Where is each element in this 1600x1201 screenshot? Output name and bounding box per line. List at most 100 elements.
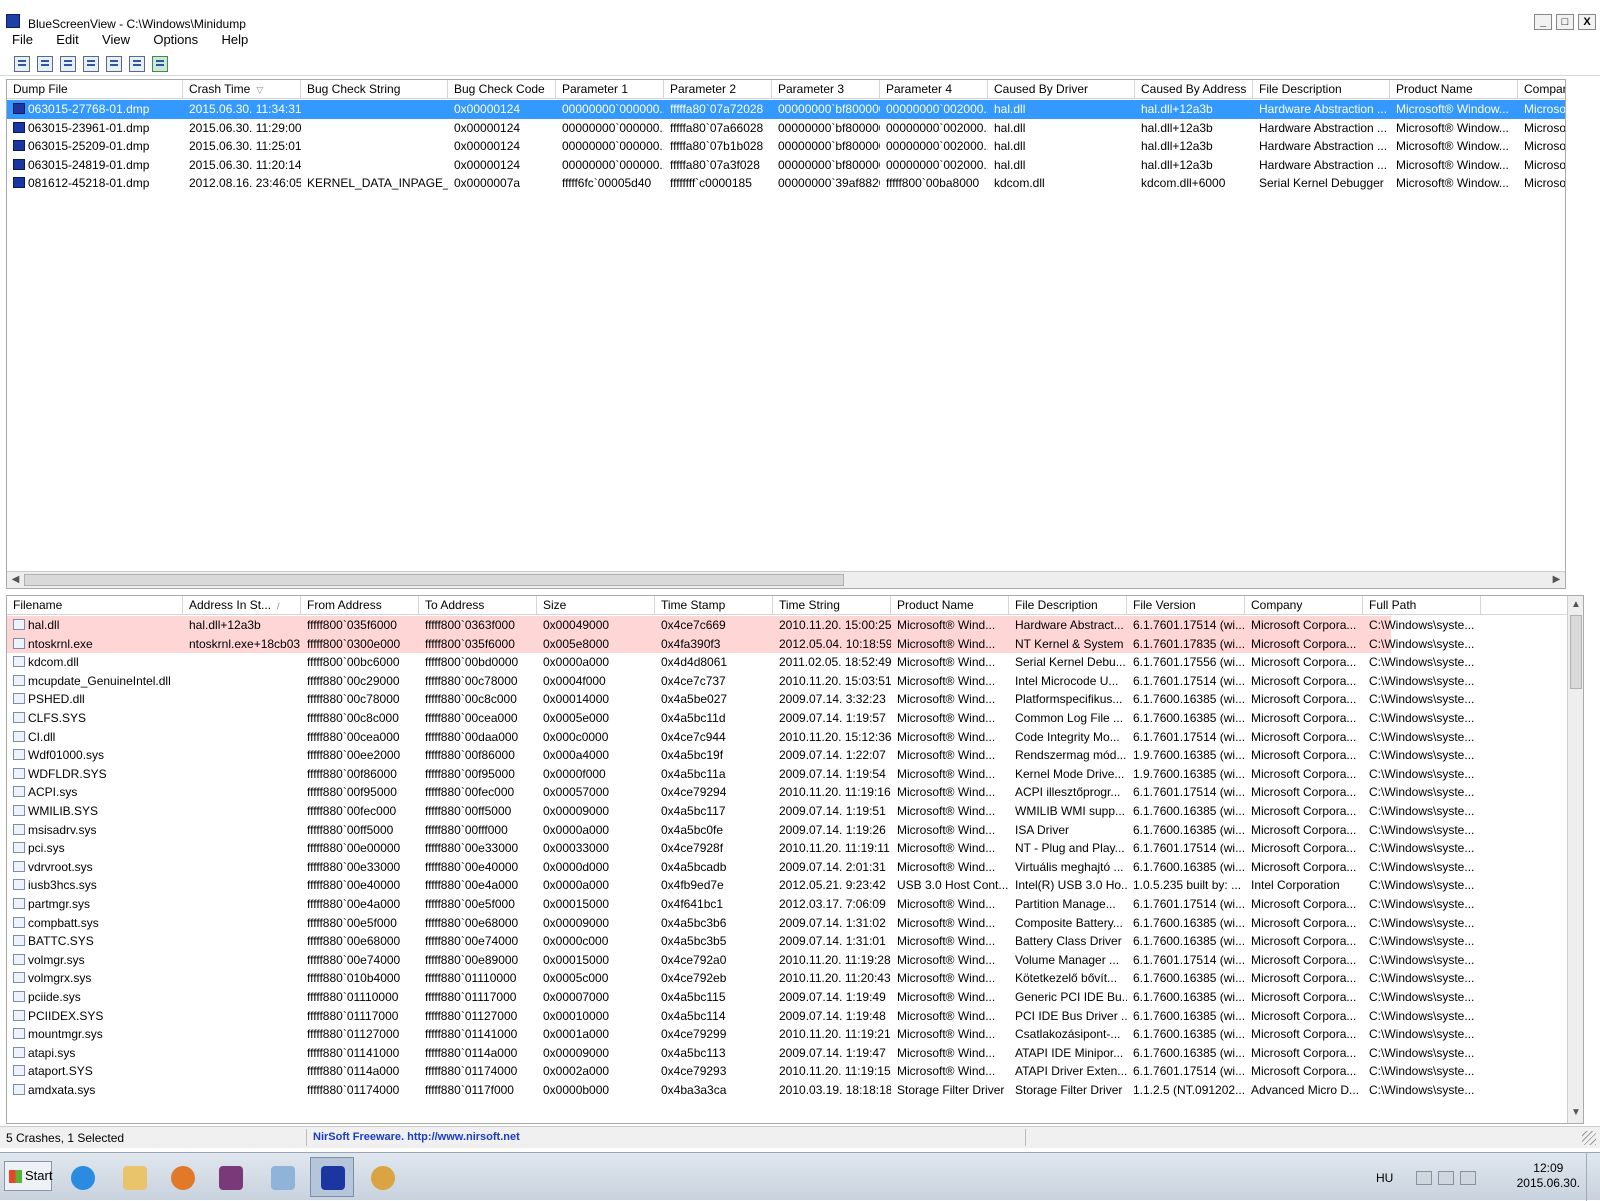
crash-column-header[interactable]: Parameter 1 [556, 80, 664, 99]
nirsoft-credit-link[interactable]: NirSoft Freeware. http://www.nirsoft.net [306, 1129, 1026, 1146]
menu-options[interactable]: Options [141, 30, 206, 50]
language-indicator[interactable]: HU [1376, 1171, 1393, 1185]
module-row[interactable]: atapi.sys fffff880`01141000 fffff880`0114a… [7, 1044, 1481, 1063]
resize-grip-icon[interactable] [1582, 1131, 1596, 1145]
module-row[interactable]: ataport.SYS fffff880`0114a000 fffff880`011… [7, 1062, 1481, 1081]
html-report-icon[interactable] [106, 55, 122, 72]
network-icon[interactable] [1438, 1171, 1454, 1185]
menu-file[interactable]: File [0, 30, 41, 50]
module-row[interactable]: msisadrv.sys fffff880`00ff5000 fffff880`00… [7, 821, 1481, 840]
crash-column-header[interactable]: Bug Check Code [448, 80, 556, 99]
module-column-header[interactable]: From Address [301, 596, 419, 615]
menu-edit[interactable]: Edit [44, 30, 86, 50]
module-cell-text: fffff880`00e40000 [307, 878, 401, 893]
start-button[interactable]: Start [4, 1161, 52, 1191]
crash-column-header[interactable]: Parameter 3 [772, 80, 880, 99]
scroll-left-arrow-icon[interactable]: ◀ [7, 572, 24, 588]
module-row[interactable]: mcupdate_GenuineIntel.dll fffff880`00c290… [7, 672, 1481, 691]
crash-row[interactable]: 063015-24819-01.dmp 2015.06.30. 11:20:14 0… [7, 156, 1565, 175]
winrar-icon[interactable] [208, 1157, 252, 1197]
module-row[interactable]: partmgr.sys fffff880`00e4a000 fffff880`00e… [7, 895, 1481, 914]
media-player-icon[interactable] [160, 1157, 204, 1197]
show-desktop-button[interactable] [1586, 1153, 1600, 1201]
crash-column-header[interactable]: Compar [1518, 80, 1565, 99]
menu-help[interactable]: Help [210, 30, 257, 50]
exit-icon[interactable] [152, 55, 168, 72]
save-icon[interactable] [37, 55, 53, 72]
explorer-folder-icon[interactable] [112, 1157, 156, 1197]
module-row[interactable]: CI.dll fffff880`00cea000 fffff880`00daa000… [7, 728, 1481, 747]
menu-view[interactable]: View [90, 30, 138, 50]
module-column-header[interactable]: Filename [7, 596, 183, 615]
crash-column-header[interactable]: Parameter 4 [880, 80, 988, 99]
close-button[interactable]: X [1578, 14, 1596, 30]
module-list-vscrollbar[interactable]: ▲ ▼ [1567, 596, 1583, 1123]
module-column-header[interactable]: File Version [1127, 596, 1245, 615]
module-column-header[interactable]: Time String [773, 596, 891, 615]
module-row[interactable]: WDFLDR.SYS fffff880`00f86000 fffff880`00f9… [7, 765, 1481, 784]
module-row[interactable]: pciide.sys fffff880`01110000 fffff880`0111… [7, 988, 1481, 1007]
module-row[interactable]: CLFS.SYS fffff880`00c8c000 fffff880`00cea0… [7, 709, 1481, 728]
module-cell: 0x0000d000 [537, 858, 655, 877]
module-column-header[interactable]: Full Path [1363, 596, 1481, 615]
crash-cell-text: 00000000`bf800000 [778, 139, 880, 154]
bluescreenview-icon[interactable] [310, 1157, 354, 1197]
notepad-icon[interactable] [260, 1157, 304, 1197]
crash-row[interactable]: 063015-27768-01.dmp 2015.06.30. 11:34:31 0… [7, 100, 1565, 119]
module-row[interactable]: pci.sys fffff880`00e00000 fffff880`00e3300… [7, 839, 1481, 858]
crash-column-header[interactable]: Product Name [1390, 80, 1518, 99]
module-row[interactable]: vdrvroot.sys fffff880`00e33000 fffff880`00… [7, 858, 1481, 877]
internet-explorer-icon[interactable] [60, 1157, 104, 1197]
clock[interactable]: 12:09 2015.06.30. [1517, 1161, 1580, 1191]
crash-column-header[interactable]: Crash Time ▽ [183, 80, 301, 99]
module-row[interactable]: ntoskrnl.exe ntoskrnl.exe+18cb03 fffff800`… [7, 634, 1474, 654]
module-row[interactable]: PCIIDEX.SYS fffff880`01117000 fffff880`011… [7, 1007, 1481, 1026]
module-row[interactable]: kdcom.dll fffff800`00bc6000 fffff800`00bd0… [7, 653, 1481, 672]
module-row[interactable]: mountmgr.sys fffff880`01127000 fffff880`01… [7, 1025, 1481, 1044]
module-row[interactable]: BATTC.SYS fffff880`00e68000 fffff880`00e74… [7, 932, 1481, 951]
scroll-up-arrow-icon[interactable]: ▲ [1568, 596, 1583, 613]
minimize-button[interactable]: _ [1534, 14, 1552, 30]
module-row[interactable]: volmgr.sys fffff880`00e74000 fffff880`00e8… [7, 951, 1481, 970]
crash-column-header[interactable]: Dump File [7, 80, 183, 99]
module-row[interactable]: ACPI.sys fffff880`00f95000 fffff880`00fec0… [7, 783, 1481, 802]
maximize-button[interactable]: □ [1556, 14, 1574, 30]
action-center-icon[interactable] [1416, 1171, 1432, 1185]
module-row[interactable]: PSHED.dll fffff880`00c78000 fffff880`00c8c… [7, 690, 1481, 709]
module-column-header[interactable]: Product Name [891, 596, 1009, 615]
module-cell-text: fffff880`00f86000 [425, 748, 515, 763]
crash-row[interactable]: 081612-45218-01.dmp 2012.08.16. 23:46:05 K… [7, 174, 1565, 193]
crash-column-header[interactable]: File Description [1253, 80, 1390, 99]
module-column-header[interactable]: Time Stamp [655, 596, 773, 615]
scroll-right-arrow-icon[interactable]: ▶ [1548, 572, 1565, 588]
module-row[interactable]: Wdf01000.sys fffff880`00ee2000 fffff880`00… [7, 746, 1481, 765]
paint-icon[interactable] [360, 1157, 404, 1197]
crash-column-header[interactable]: Parameter 2 [664, 80, 772, 99]
module-row[interactable]: WMILIB.SYS fffff880`00fec000 fffff880`00ff… [7, 802, 1481, 821]
refresh-icon[interactable] [60, 55, 76, 72]
scroll-down-arrow-icon[interactable]: ▼ [1568, 1104, 1583, 1121]
module-column-header[interactable]: Address In St... / [183, 596, 301, 615]
crash-column-header[interactable]: Caused By Address [1135, 80, 1253, 99]
crash-row[interactable]: 063015-25209-01.dmp 2015.06.30. 11:25:01 0… [7, 137, 1565, 156]
find-icon[interactable] [129, 55, 145, 72]
volume-icon[interactable] [1460, 1171, 1476, 1185]
crash-column-header[interactable]: Caused By Driver [988, 80, 1135, 99]
module-row[interactable]: iusb3hcs.sys fffff880`00e40000 fffff880`00… [7, 876, 1481, 895]
crash-list-hscroll-thumb[interactable] [24, 574, 844, 586]
module-row[interactable]: hal.dll hal.dll+12a3b fffff800`035f6000 fff… [7, 616, 1474, 635]
crash-cell-text: 063015-27768-01.dmp [28, 102, 150, 116]
module-row[interactable]: volmgrx.sys fffff880`010b4000 fffff880`011… [7, 969, 1481, 988]
module-column-header[interactable]: Size [537, 596, 655, 615]
module-row[interactable]: amdxata.sys fffff880`01174000 fffff880`011… [7, 1081, 1481, 1100]
module-column-header[interactable]: Company [1245, 596, 1363, 615]
crash-row[interactable]: 063015-23961-01.dmp 2015.06.30. 11:29:00 0… [7, 119, 1565, 138]
crash-column-header[interactable]: Bug Check String [301, 80, 448, 99]
module-list-vscroll-thumb[interactable] [1570, 615, 1582, 689]
crash-list-hscrollbar[interactable]: ◀ ▶ [7, 571, 1565, 588]
module-row[interactable]: compbatt.sys fffff880`00e5f000 fffff880`00… [7, 914, 1481, 933]
properties-icon[interactable] [14, 55, 30, 72]
module-column-header[interactable]: File Description [1009, 596, 1127, 615]
copy-icon[interactable] [83, 55, 99, 72]
module-column-header[interactable]: To Address [419, 596, 537, 615]
